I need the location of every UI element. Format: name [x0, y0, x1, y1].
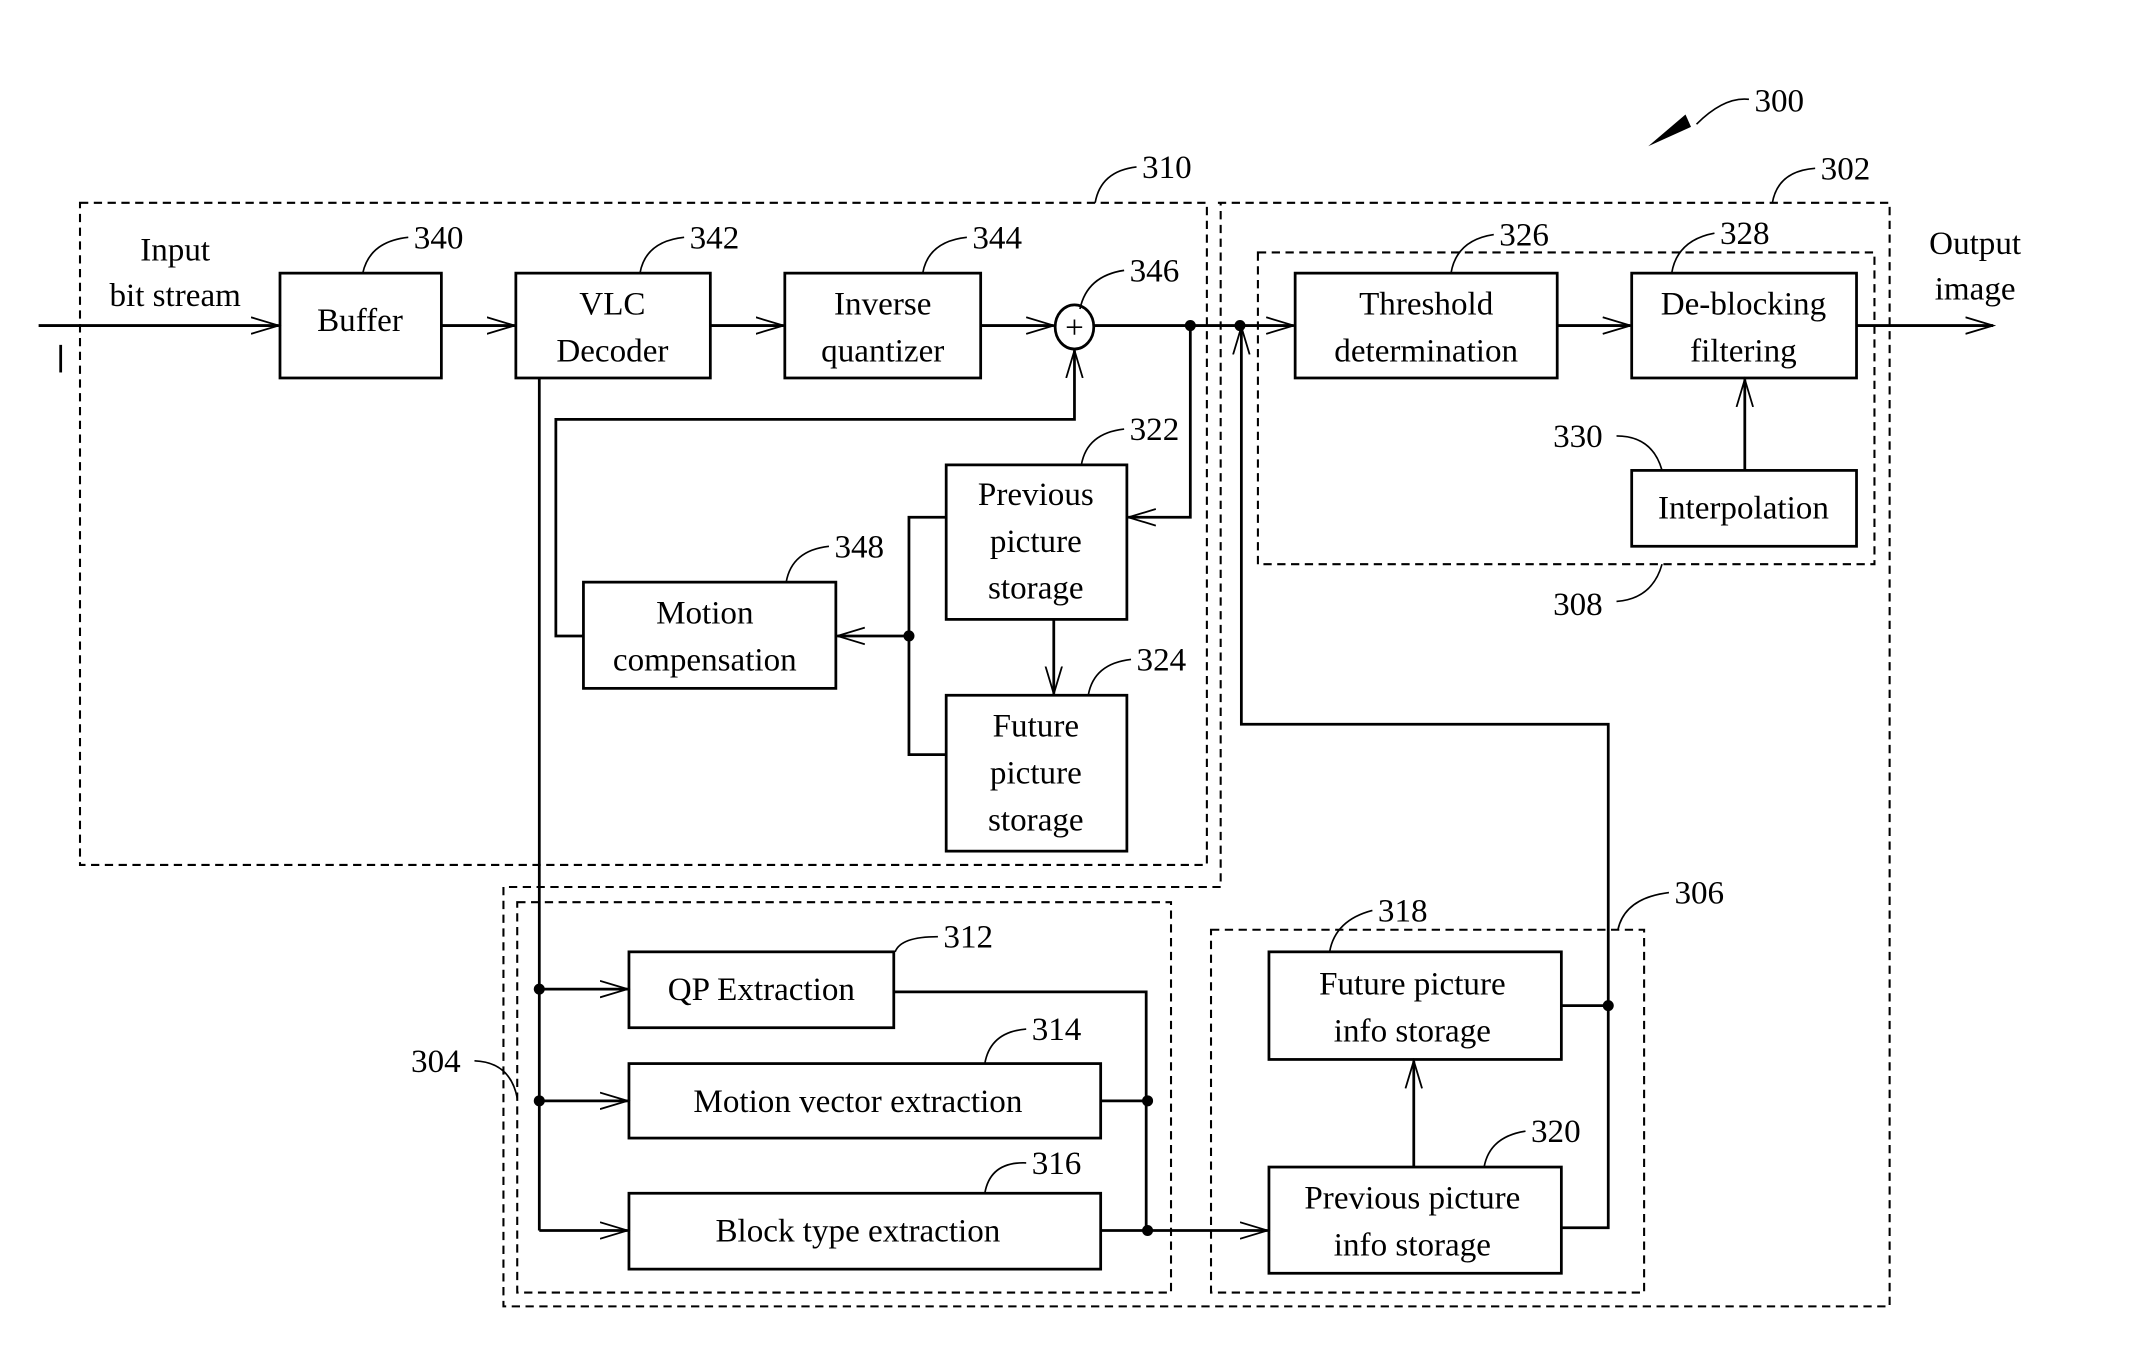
ref-342: 342 — [690, 220, 740, 256]
ref-308: 308 — [1553, 587, 1603, 623]
ref-300: 300 — [1754, 84, 1804, 120]
previous-picture-info-storage-block: Previous picture info storage — [1267, 1165, 1563, 1275]
vlc-decoder-block: VLC Decoder — [514, 271, 712, 380]
ref-344: 344 — [972, 220, 1022, 256]
threshold-label-line2: determination — [1334, 333, 1518, 369]
block-type-extraction-block: Block type extraction — [627, 1191, 1103, 1271]
reference-leaders — [361, 98, 1816, 1194]
input-label-line1: Input — [140, 233, 210, 269]
ref-316: 316 — [1032, 1146, 1082, 1182]
motion-compensation-block: Motion compensation — [582, 580, 838, 690]
vlc-label-line1: VLC — [579, 287, 645, 323]
ref-302: 302 — [1821, 151, 1871, 187]
buffer-block: Buffer — [278, 271, 443, 380]
decoder-block-diagram: Buffer VLC Decoder Inverse quantizer + P… — [38, 84, 2021, 1308]
deblock-label-line2: filtering — [1690, 333, 1797, 369]
deblocking-filtering-block: De-blocking filtering — [1630, 271, 1858, 380]
threshold-determination-block: Threshold determination — [1293, 271, 1559, 380]
invq-label-line1: Inverse — [834, 287, 931, 323]
prev-pic-label-line1: Previous — [978, 477, 1094, 513]
ref-322: 322 — [1130, 412, 1180, 448]
blocktype-label: Block type extraction — [715, 1214, 1000, 1250]
future-picture-info-storage-block: Future picture info storage — [1267, 950, 1563, 1061]
previous-picture-storage-block: Previous picture storage — [944, 463, 1129, 621]
invq-label-line2: quantizer — [821, 333, 944, 369]
ref-328: 328 — [1720, 216, 1770, 252]
buffer-label: Buffer — [317, 303, 403, 339]
mc-label-line2: compensation — [613, 642, 797, 678]
ref-312: 312 — [943, 920, 993, 956]
ref-346: 346 — [1130, 253, 1180, 289]
ref-318: 318 — [1378, 893, 1428, 929]
ref-310: 310 — [1142, 150, 1192, 186]
ref-348: 348 — [834, 529, 884, 565]
inverse-quantizer-block: Inverse quantizer — [783, 271, 983, 380]
ref-326: 326 — [1499, 218, 1549, 254]
vlc-label-line2: Decoder — [556, 333, 668, 369]
interpolation-block: Interpolation — [1630, 469, 1858, 548]
future-info-label-line1: Future picture — [1319, 967, 1506, 1003]
ref-314: 314 — [1032, 1012, 1082, 1048]
ref-324: 324 — [1137, 642, 1187, 678]
future-pic-label-line1: Future — [993, 709, 1079, 745]
prev-info-label-line2: info storage — [1334, 1227, 1491, 1263]
adder-symbol: + — [1065, 310, 1084, 346]
ref-306: 306 — [1674, 876, 1724, 912]
motion-vector-extraction-block: Motion vector extraction — [627, 1062, 1103, 1140]
deblock-label-line1: De-blocking — [1661, 287, 1826, 323]
ref-320: 320 — [1531, 1114, 1581, 1150]
output-label-line1: Output — [1929, 226, 2021, 262]
adder-node: + — [1053, 303, 1096, 351]
ref-340: 340 — [414, 220, 464, 256]
interp-label: Interpolation — [1658, 491, 1829, 527]
output-label-line2: image — [1935, 271, 2016, 307]
prev-pic-label-line3: storage — [988, 571, 1084, 607]
future-picture-storage-block: Future picture storage — [944, 693, 1129, 853]
mc-label-line1: Motion — [656, 596, 754, 632]
ref-304: 304 — [411, 1044, 461, 1080]
mv-label: Motion vector extraction — [693, 1084, 1022, 1120]
figure-pointer-arrow-icon — [1648, 114, 1692, 147]
qp-label: QP Extraction — [668, 972, 856, 1008]
future-pic-label-line2: picture — [990, 756, 1082, 792]
prev-info-label-line1: Previous picture — [1304, 1180, 1520, 1216]
qp-extraction-block: QP Extraction — [627, 950, 896, 1030]
future-pic-label-line3: storage — [988, 802, 1084, 838]
threshold-label-line1: Threshold — [1359, 287, 1494, 323]
ref-330: 330 — [1553, 419, 1603, 455]
input-label-line2: bit stream — [109, 278, 241, 314]
prev-pic-label-line2: picture — [990, 524, 1082, 560]
future-info-label-line2: info storage — [1334, 1014, 1491, 1050]
